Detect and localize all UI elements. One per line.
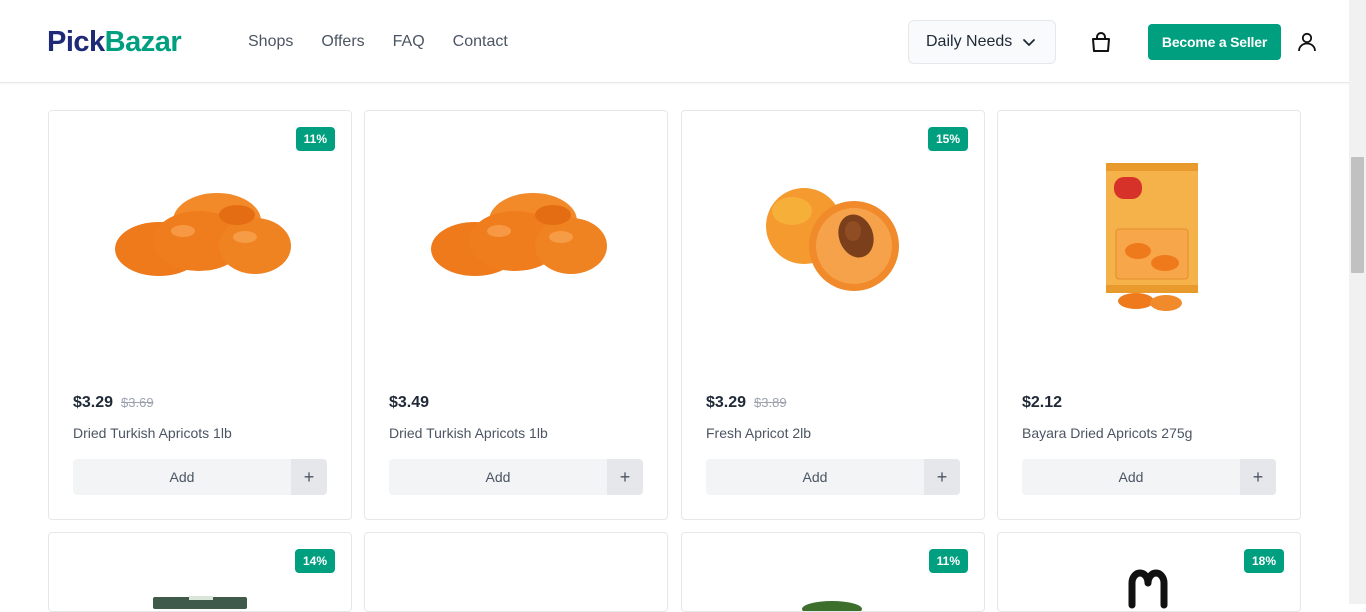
discount-badge: 11% bbox=[295, 127, 335, 151]
site-header: PickBazar Shops Offers FAQ Contact Daily… bbox=[0, 0, 1349, 83]
add-label: Add bbox=[169, 469, 195, 485]
product-card[interactable]: 11% bbox=[681, 532, 985, 612]
category-dropdown-label: Daily Needs bbox=[926, 33, 1013, 50]
nav-faq[interactable]: FAQ bbox=[393, 31, 425, 53]
product-card[interactable]: 15% $3.29 $3.89 Fresh Apricot 2lb Add + bbox=[681, 110, 985, 520]
original-price: $3.69 bbox=[121, 395, 154, 410]
original-price: $3.89 bbox=[754, 395, 787, 410]
product-card[interactable]: $3.49 Dried Turkish Apricots 1lb Add + bbox=[364, 110, 668, 520]
become-seller-button[interactable]: Become a Seller bbox=[1148, 24, 1281, 60]
nav-offers[interactable]: Offers bbox=[321, 31, 364, 53]
add-to-cart-button[interactable]: Add + bbox=[73, 459, 327, 495]
product-image[interactable] bbox=[49, 533, 351, 612]
dried-apricots-image bbox=[431, 193, 607, 276]
product-card[interactable]: $2.12 Bayara Dried Apricots 275g Add + bbox=[997, 110, 1301, 520]
add-to-cart-button[interactable]: Add + bbox=[389, 459, 643, 495]
price: $3.29 bbox=[706, 394, 747, 411]
apricot-package-image bbox=[1106, 163, 1198, 311]
price-group: $2.12 bbox=[1022, 394, 1062, 412]
product-image[interactable] bbox=[49, 111, 351, 381]
fresh-apricot-image bbox=[766, 188, 899, 291]
product-card[interactable] bbox=[364, 532, 668, 612]
price-group: $3.29 $3.89 bbox=[706, 394, 787, 412]
product-card[interactable]: 11% $3.29 $3.69 Dried Turkish Apricots 1… bbox=[48, 110, 352, 520]
product-name[interactable]: Fresh Apricot 2lb bbox=[706, 425, 811, 441]
nav-shops[interactable]: Shops bbox=[248, 31, 293, 53]
logo-part-2: Bazar bbox=[104, 26, 182, 58]
add-label: Add bbox=[485, 469, 511, 485]
product-image[interactable] bbox=[682, 533, 984, 612]
price: $3.49 bbox=[389, 394, 430, 411]
price: $2.12 bbox=[1022, 394, 1063, 411]
product-image[interactable] bbox=[998, 111, 1300, 381]
product-card[interactable]: 14% bbox=[48, 532, 352, 612]
price-group: $3.49 bbox=[389, 394, 429, 412]
product-name[interactable]: Bayara Dried Apricots 275g bbox=[1022, 425, 1192, 441]
page-scrollbar[interactable] bbox=[1349, 0, 1366, 604]
plus-icon[interactable]: + bbox=[291, 459, 327, 495]
main-nav: Shops Offers FAQ Contact bbox=[248, 31, 508, 53]
discount-badge: 15% bbox=[927, 127, 968, 151]
category-dropdown[interactable]: Daily Needs bbox=[908, 20, 1056, 64]
product-image[interactable] bbox=[365, 111, 667, 381]
product-image[interactable] bbox=[682, 111, 984, 381]
price-group: $3.29 $3.69 bbox=[73, 394, 154, 412]
price: $3.29 bbox=[73, 394, 114, 411]
add-to-cart-button[interactable]: Add + bbox=[706, 459, 960, 495]
add-to-cart-button[interactable]: Add + bbox=[1022, 459, 1276, 495]
chevron-down-icon bbox=[1023, 39, 1036, 46]
plus-icon[interactable]: + bbox=[924, 459, 960, 495]
add-label: Add bbox=[802, 469, 828, 485]
user-icon[interactable] bbox=[1296, 31, 1318, 53]
plus-icon[interactable]: + bbox=[1240, 459, 1276, 495]
product-name[interactable]: Dried Turkish Apricots 1lb bbox=[389, 425, 548, 441]
plus-icon[interactable]: + bbox=[607, 459, 643, 495]
nav-contact[interactable]: Contact bbox=[453, 31, 508, 53]
dried-apricots-image bbox=[115, 193, 291, 276]
product-card[interactable]: 18% bbox=[997, 532, 1301, 612]
product-name[interactable]: Dried Turkish Apricots 1lb bbox=[73, 425, 232, 441]
add-label: Add bbox=[1118, 469, 1144, 485]
shopping-bag-icon[interactable] bbox=[1090, 31, 1112, 53]
product-image[interactable] bbox=[998, 533, 1300, 612]
scrollbar-thumb[interactable] bbox=[1351, 157, 1364, 273]
logo-part-1: Pick bbox=[47, 26, 105, 58]
brand-logo[interactable]: PickBazar bbox=[47, 25, 182, 59]
